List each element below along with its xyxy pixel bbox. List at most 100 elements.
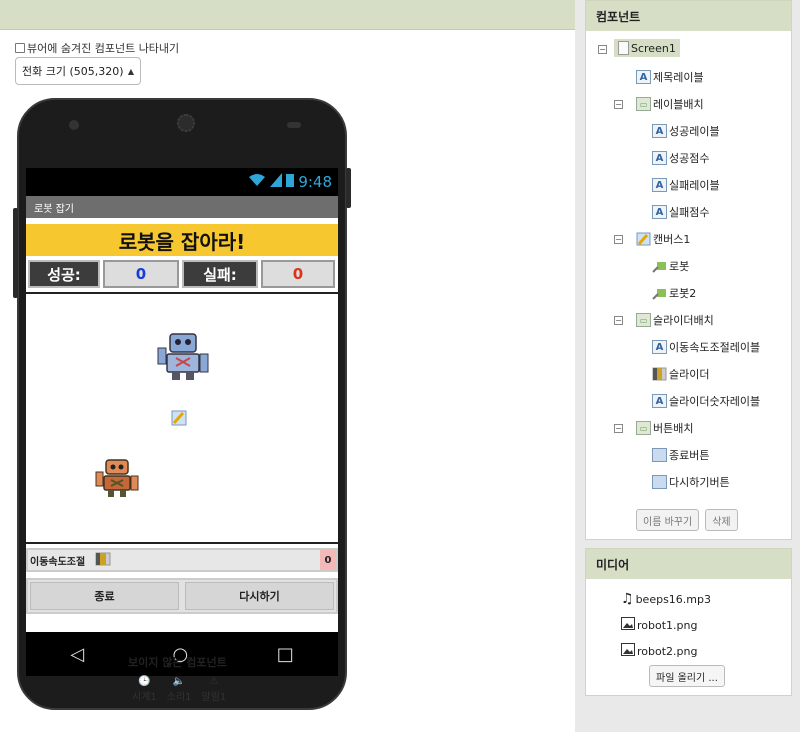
label-icon: A bbox=[652, 340, 667, 354]
canvas-image-icon bbox=[171, 410, 187, 429]
status-time: 9:48 bbox=[298, 173, 332, 191]
sound-component[interactable]: 🔈 소리1 bbox=[167, 676, 192, 703]
arrangement-icon: ▭ bbox=[636, 97, 651, 111]
phone-screen: 9:48 로봇 잡기 로봇을 잡아라! 성공: 0 실패: 0 이동속도조절 0… bbox=[26, 168, 338, 676]
exit-button[interactable]: 종료 bbox=[30, 582, 179, 610]
battery-icon bbox=[286, 173, 295, 191]
image-icon bbox=[621, 643, 635, 659]
recents-icon[interactable]: □ bbox=[277, 644, 294, 665]
label-icon: A bbox=[652, 205, 667, 219]
tree-node-robot2[interactable]: 로봇2 bbox=[652, 285, 696, 301]
robot-sprite-1[interactable] bbox=[154, 328, 212, 385]
nonvisible-components-title: 보이지 않는 컴포넌트 bbox=[128, 656, 227, 669]
tree-node-label-arrangement[interactable]: ▭ 레이블배치 bbox=[636, 96, 704, 112]
collapse-toggle[interactable]: − bbox=[614, 424, 623, 433]
button-icon bbox=[652, 448, 667, 462]
slider-icon bbox=[652, 367, 667, 381]
clock-component[interactable]: 🕒 시계1 bbox=[132, 676, 157, 703]
wifi-icon bbox=[248, 173, 266, 191]
notifier-label: 알림1 bbox=[201, 692, 227, 703]
show-hidden-checkbox[interactable]: 뷰어에 숨겨진 컴포넌트 나타내기 bbox=[15, 40, 179, 56]
component-actions: 이름 바꾸기 삭제 bbox=[636, 509, 738, 531]
slider-value-label: 0 bbox=[320, 550, 336, 570]
slider-icon[interactable] bbox=[95, 552, 111, 569]
back-icon[interactable]: ◁ bbox=[70, 644, 84, 665]
tree-node-fail-label[interactable]: A 실패레이블 bbox=[652, 177, 720, 193]
components-header: 컴포넌트 bbox=[586, 1, 791, 31]
collapse-toggle[interactable]: − bbox=[598, 45, 607, 54]
select-arrows-icon: ▲ bbox=[127, 66, 134, 76]
robot-sprite-2[interactable] bbox=[94, 456, 140, 501]
game-canvas[interactable] bbox=[26, 292, 338, 544]
fail-score: 0 bbox=[261, 260, 335, 288]
sound-label: 소리1 bbox=[166, 692, 192, 703]
phone-size-value: 전화 크기 (505,320) bbox=[22, 65, 124, 78]
media-header: 미디어 bbox=[586, 549, 791, 579]
label-icon: A bbox=[652, 178, 667, 192]
collapse-toggle[interactable]: − bbox=[614, 100, 623, 109]
checkbox-box[interactable] bbox=[15, 43, 25, 53]
label-icon: A bbox=[652, 151, 667, 165]
signal-icon bbox=[270, 173, 283, 191]
media-file-sound[interactable]: ♫ beeps16.mp3 bbox=[621, 591, 711, 607]
music-note-icon: ♫ bbox=[621, 591, 634, 607]
tree-node-fail-score[interactable]: A 실패점수 bbox=[652, 204, 709, 220]
arrangement-icon: ▭ bbox=[636, 313, 651, 327]
tree-node-title-label[interactable]: A 제목레이블 bbox=[636, 69, 704, 85]
phone-camera-icon bbox=[69, 120, 79, 130]
phone-side-button-left bbox=[13, 208, 18, 298]
speed-label: 이동속도조절 bbox=[30, 556, 86, 568]
canvas-icon bbox=[636, 232, 651, 246]
media-file-image[interactable]: robot1.png bbox=[621, 617, 697, 633]
rename-button[interactable]: 이름 바꾸기 bbox=[636, 509, 700, 531]
tree-node-slider-number-label[interactable]: A 슬라이더숫자레이블 bbox=[652, 393, 760, 409]
phone-frame: 9:48 로봇 잡기 로봇을 잡아라! 성공: 0 실패: 0 이동속도조절 0… bbox=[13, 98, 351, 710]
tree-node-exit-button[interactable]: 종료버튼 bbox=[652, 447, 709, 463]
sprite-icon bbox=[652, 259, 667, 273]
arrangement-icon: ▭ bbox=[636, 421, 651, 435]
component-tree: − Screen1 A 제목레이블 − ▭ 레이블배치 A 성공레이블 A 성공점수 A… bbox=[586, 37, 793, 499]
tree-node-screen1[interactable]: Screen1 bbox=[614, 39, 680, 57]
tree-node-robot[interactable]: 로봇 bbox=[652, 258, 689, 274]
tree-node-success-score[interactable]: A 성공점수 bbox=[652, 150, 709, 166]
phone-sensor bbox=[287, 122, 301, 128]
image-icon bbox=[621, 617, 635, 633]
tree-node-slider-arrangement[interactable]: ▭ 슬라이더배치 bbox=[636, 312, 714, 328]
media-panel: 미디어 ♫ beeps16.mp3 robot1.png robot2.png … bbox=[585, 548, 792, 696]
nonvisible-components: 🕒 시계1 🔈 소리1 ⚠ 알림1 bbox=[132, 676, 226, 703]
show-hidden-label: 뷰어에 숨겨진 컴포넌트 나타내기 bbox=[27, 42, 180, 55]
label-icon: A bbox=[652, 124, 667, 138]
slider-arrangement: 이동속도조절 0 bbox=[26, 548, 338, 572]
tree-node-canvas[interactable]: 캔버스1 bbox=[636, 231, 690, 247]
warning-icon: ⚠ bbox=[209, 676, 219, 687]
tree-node-speed-label[interactable]: A 이동속도조절레이블 bbox=[652, 339, 760, 355]
restart-button[interactable]: 다시하기 bbox=[185, 582, 334, 610]
upload-file-button[interactable]: 파일 올리기 ... bbox=[649, 665, 725, 687]
title-label: 로봇을 잡아라! bbox=[26, 224, 338, 256]
label-icon: A bbox=[636, 70, 651, 84]
button-icon bbox=[652, 475, 667, 489]
speaker-icon: 🔈 bbox=[172, 676, 186, 687]
components-panel: 컴포넌트 − Screen1 A 제목레이블 − ▭ 레이블배치 A 성공레이블 A성… bbox=[585, 0, 792, 540]
status-bar: 9:48 bbox=[26, 168, 338, 196]
delete-button[interactable]: 삭제 bbox=[705, 509, 738, 531]
clock-icon: 🕒 bbox=[138, 676, 151, 687]
tree-node-slider[interactable]: 슬라이더 bbox=[652, 366, 709, 382]
label-icon: A bbox=[652, 394, 667, 408]
success-score: 0 bbox=[103, 260, 179, 288]
score-arrangement: 성공: 0 실패: 0 bbox=[26, 260, 338, 288]
top-toolbar bbox=[0, 0, 575, 30]
tree-node-restart-button[interactable]: 다시하기버튼 bbox=[652, 474, 730, 490]
collapse-toggle[interactable]: − bbox=[614, 316, 623, 325]
media-file-image[interactable]: robot2.png bbox=[621, 643, 697, 659]
phone-size-select[interactable]: 전화 크기 (505,320) ▲ bbox=[15, 57, 141, 85]
viewer: 뷰어에 숨겨진 컴포넌트 나타내기 전화 크기 (505,320) ▲ 9:48 bbox=[0, 30, 575, 732]
notifier-component[interactable]: ⚠ 알림1 bbox=[202, 676, 227, 703]
tree-node-success-label[interactable]: A 성공레이블 bbox=[652, 123, 720, 139]
phone-speaker bbox=[177, 114, 195, 132]
collapse-toggle[interactable]: − bbox=[614, 235, 623, 244]
sprite-icon bbox=[652, 286, 667, 300]
tree-node-button-arrangement[interactable]: ▭ 버튼배치 bbox=[636, 420, 693, 436]
success-label: 성공: bbox=[28, 260, 100, 288]
screen-icon bbox=[618, 41, 629, 55]
